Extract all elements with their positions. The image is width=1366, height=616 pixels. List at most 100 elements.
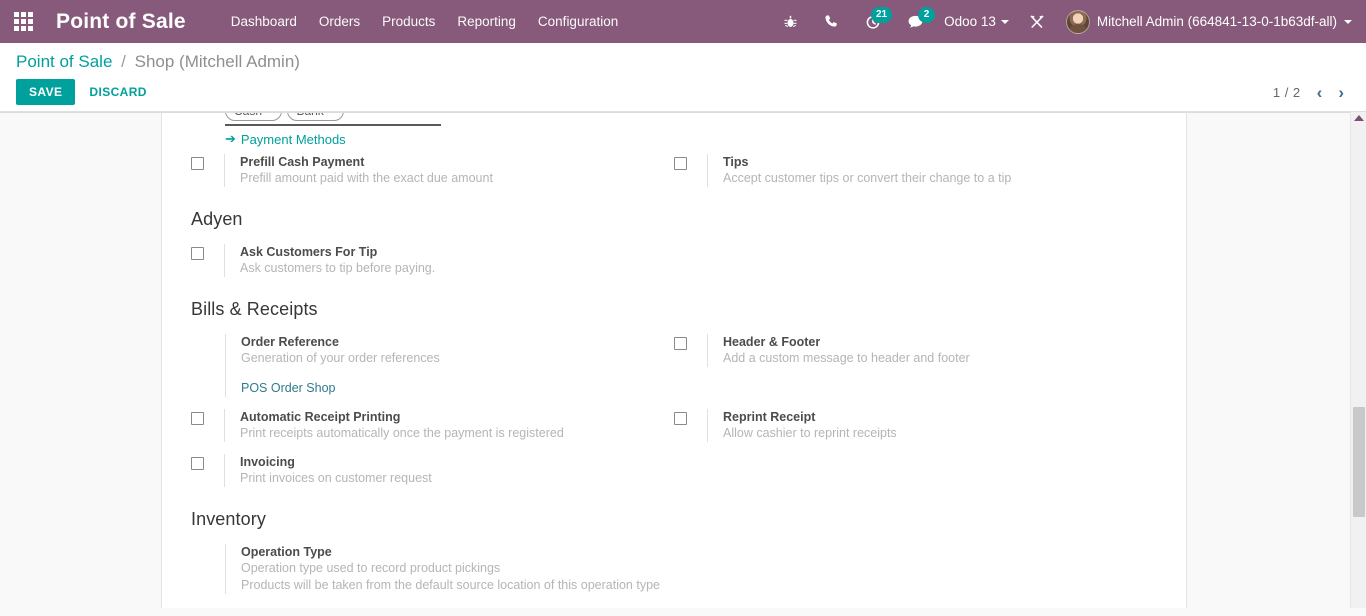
menu-item-dashboard[interactable]: Dashboard (220, 2, 308, 41)
setting-body: Prefill Cash Payment Prefill amount paid… (224, 154, 660, 187)
setting-automatic-receipt-printing[interactable]: Automatic Receipt Printing Print receipt… (191, 403, 674, 448)
menu-item-configuration[interactable]: Configuration (527, 2, 629, 41)
bug-icon[interactable] (770, 0, 811, 43)
setting-description: Ask customers to tip before paying. (240, 261, 436, 275)
navbar-right-tools: 21 2 Odoo 13 Mitchell Admin (664841-13-0… (770, 0, 1366, 43)
setting-label: Order Reference (241, 335, 339, 349)
tips-checkbox[interactable] (674, 157, 687, 170)
setting-description: Print receipts automatically once the pa… (240, 426, 564, 440)
ask-customers-for-tip-checkbox[interactable] (191, 247, 204, 260)
pager-previous-button[interactable]: ‹ (1311, 84, 1329, 101)
apps-grid-icon (13, 12, 33, 31)
settings-sheet: Cash × Bank × ➔ Payment Methods Prefill … (161, 112, 1187, 608)
setting-ask-customers-for-tip[interactable]: Ask Customers For Tip Ask customers to t… (191, 238, 674, 283)
setting-body: Reprint Receipt Allow cashier to reprint… (707, 409, 1143, 442)
grid-spacer (674, 448, 1157, 493)
settings-group-adyen: Ask Customers For Tip Ask customers to t… (191, 238, 1157, 283)
tag-bank[interactable]: Bank × (287, 112, 345, 121)
breadcrumb-current: Shop (Mitchell Admin) (134, 52, 300, 71)
settings-group-payment: Prefill Cash Payment Prefill amount paid… (191, 148, 1157, 193)
setting-body: Operation Type Operation type used to re… (225, 544, 660, 594)
menu-item-products[interactable]: Products (371, 2, 446, 41)
discard-button[interactable]: DISCARD (81, 80, 154, 104)
avatar (1065, 9, 1090, 34)
setting-header-footer[interactable]: Header & Footer Add a custom message to … (674, 328, 1157, 403)
setting-body: Automatic Receipt Printing Print receipt… (224, 409, 660, 442)
breadcrumb-separator: / (121, 52, 126, 71)
breadcrumb-root-link[interactable]: Point of Sale (16, 52, 112, 71)
tag-cash[interactable]: Cash × (225, 112, 283, 121)
setting-tips[interactable]: Tips Accept customer tips or convert the… (674, 148, 1157, 193)
setting-description-secondary: Products will be taken from the default … (241, 578, 660, 592)
setting-reprint-receipt[interactable]: Reprint Receipt Allow cashier to reprint… (674, 403, 1157, 448)
chevron-down-icon (1344, 19, 1352, 24)
payment-methods-tags: Cash × Bank × (225, 112, 441, 126)
app-brand-title[interactable]: Point of Sale (56, 10, 186, 34)
setting-label: Reprint Receipt (723, 410, 816, 424)
pager-next-button[interactable]: › (1332, 84, 1350, 101)
setting-label: Automatic Receipt Printing (240, 410, 401, 424)
control-panel-actions: SAVE DISCARD 1 / 2 ‹ › (16, 79, 1350, 105)
setting-description: Prefill amount paid with the exact due a… (240, 171, 493, 185)
automatic-receipt-printing-checkbox[interactable] (191, 412, 204, 425)
chat-messages-icon[interactable]: 2 (894, 0, 937, 43)
messages-count-badge: 2 (918, 7, 936, 23)
section-title-adyen: Adyen (191, 209, 243, 229)
setting-description: Add a custom message to header and foote… (723, 351, 970, 365)
setting-label: Prefill Cash Payment (240, 155, 365, 169)
control-panel: Point of Sale / Shop (Mitchell Admin) SA… (0, 43, 1366, 112)
setting-label: Invoicing (240, 455, 295, 469)
wrench-tools-icon[interactable] (1016, 0, 1058, 43)
chevron-down-icon (1000, 19, 1009, 24)
setting-description: Print invoices on customer request (240, 471, 432, 485)
database-label: Odoo 13 (944, 14, 996, 29)
settings-group-bills-receipts: Order Reference Generation of your order… (191, 328, 1157, 493)
main-menu: Dashboard Orders Products Reporting Conf… (220, 2, 629, 41)
setting-body: Tips Accept customer tips or convert the… (707, 154, 1143, 187)
pager: 1 / 2 ‹ › (1273, 84, 1350, 101)
prefill-cash-payment-checkbox[interactable] (191, 157, 204, 170)
content-top-divider (0, 112, 1366, 113)
pager-value: 1 / 2 (1272, 84, 1301, 100)
payment-methods-link-label: Payment Methods (240, 131, 346, 147)
setting-prefill-cash-payment[interactable]: Prefill Cash Payment Prefill amount paid… (191, 148, 674, 193)
setting-invoicing[interactable]: Invoicing Print invoices on customer req… (191, 448, 674, 493)
breadcrumb: Point of Sale / Shop (Mitchell Admin) (16, 52, 1350, 72)
settings-group-inventory: Operation Type Operation type used to re… (191, 538, 1157, 600)
setting-description: Operation type used to record product pi… (241, 561, 501, 575)
clock-activity-icon[interactable]: 21 (852, 0, 894, 43)
activity-count-badge: 21 (870, 7, 893, 23)
section-title-inventory: Inventory (191, 509, 266, 529)
pos-order-shop-link[interactable]: POS Order Shop (241, 381, 336, 395)
setting-description: Generation of your order references (241, 351, 440, 365)
user-menu[interactable]: Mitchell Admin (664841-13-0-1b63df-all) (1058, 9, 1356, 34)
setting-body: Order Reference Generation of your order… (225, 334, 660, 397)
menu-item-orders[interactable]: Orders (308, 2, 371, 41)
setting-order-reference: Order Reference Generation of your order… (191, 328, 674, 403)
user-name-label: Mitchell Admin (664841-13-0-1b63df-all) (1096, 14, 1337, 29)
header-footer-checkbox[interactable] (674, 337, 687, 350)
vertical-scrollbar[interactable] (1350, 112, 1366, 608)
setting-description: Allow cashier to reprint receipts (723, 426, 897, 440)
payment-methods-link[interactable]: ➔ Payment Methods (225, 131, 346, 147)
arrow-right-icon: ➔ (225, 131, 236, 146)
top-navbar: Point of Sale Dashboard Orders Products … (0, 0, 1366, 43)
setting-operation-type: Operation Type Operation type used to re… (191, 538, 674, 600)
menu-item-reporting[interactable]: Reporting (446, 2, 527, 41)
setting-label: Ask Customers For Tip (240, 245, 378, 259)
setting-label: Tips (723, 155, 749, 169)
reprint-receipt-checkbox[interactable] (674, 412, 687, 425)
setting-label: Header & Footer (723, 335, 821, 349)
setting-body: Ask Customers For Tip Ask customers to t… (224, 244, 660, 277)
setting-label: Operation Type (241, 545, 332, 559)
apps-launcher-button[interactable] (0, 0, 46, 43)
scroll-up-arrow-icon[interactable] (1353, 115, 1364, 121)
payment-methods-field[interactable]: Cash × Bank × (225, 112, 441, 126)
save-button[interactable]: SAVE (16, 79, 76, 105)
setting-body: Header & Footer Add a custom message to … (707, 334, 1143, 367)
phone-icon[interactable] (811, 0, 852, 43)
section-title-bills-receipts: Bills & Receipts (191, 299, 318, 319)
database-selector[interactable]: Odoo 13 (937, 14, 1016, 29)
scrollbar-thumb[interactable] (1353, 407, 1365, 517)
invoicing-checkbox[interactable] (191, 457, 204, 470)
